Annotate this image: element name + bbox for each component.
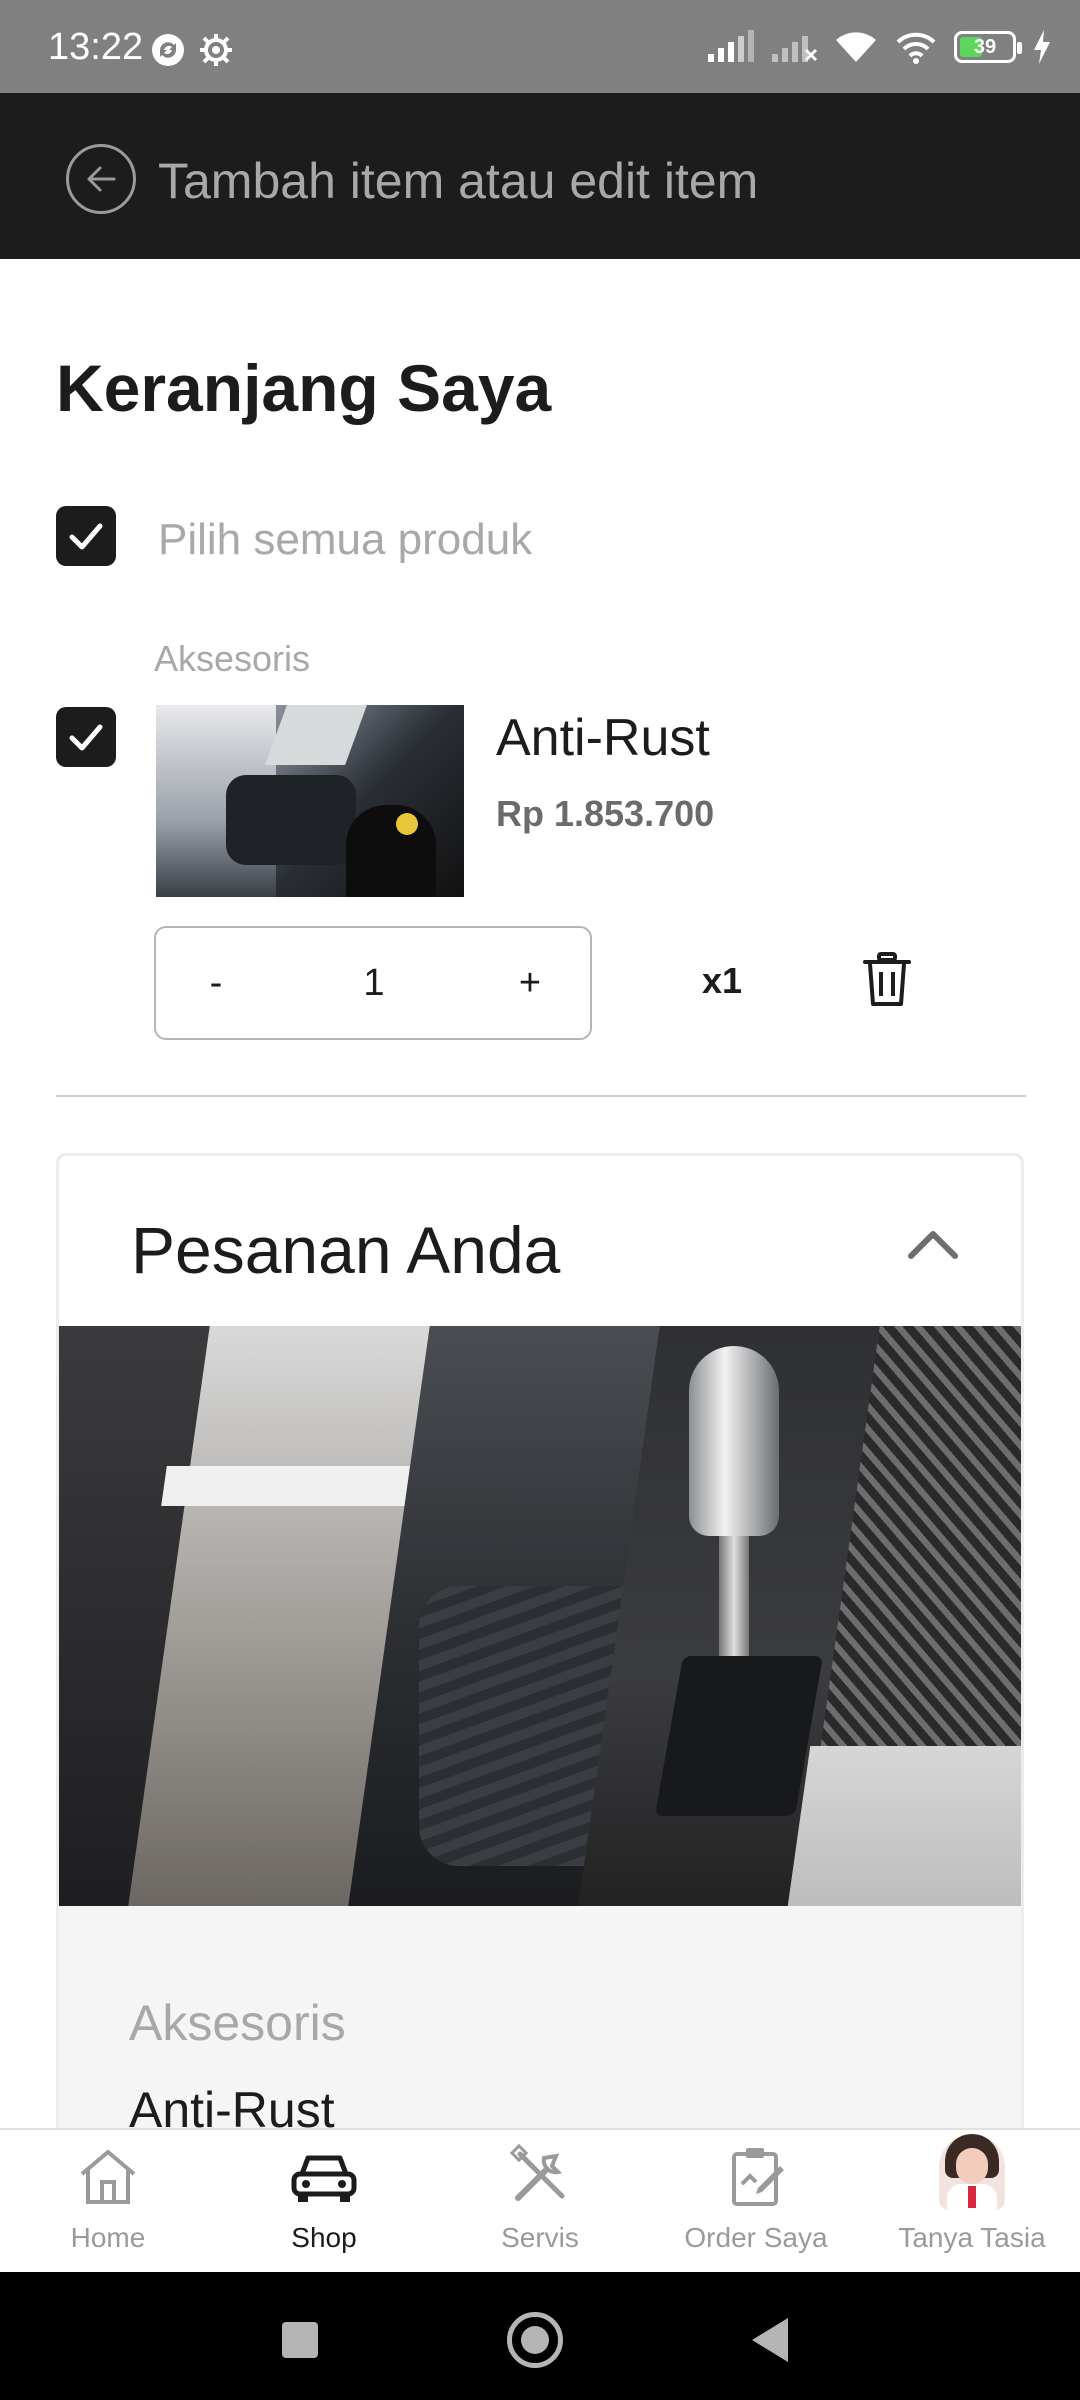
nav-item-order-saya[interactable]: Order Saya bbox=[648, 2130, 864, 2274]
bottom-navigation: Home Shop Servis Order Saya Tanya Tasia bbox=[0, 2128, 1080, 2272]
item-category-label: Aksesoris bbox=[154, 638, 311, 679]
quantity-stepper: - 1 + bbox=[154, 926, 592, 1040]
nav-label-servis: Servis bbox=[501, 2222, 579, 2253]
signal-icon bbox=[708, 30, 754, 62]
wifi-icon bbox=[836, 32, 876, 62]
section-divider bbox=[56, 1095, 1026, 1097]
order-item-category: Aksesoris bbox=[129, 1995, 346, 2051]
trash-icon bbox=[863, 952, 911, 1006]
select-all-checkbox[interactable] bbox=[56, 506, 116, 566]
nav-label-shop: Shop bbox=[291, 2222, 357, 2253]
battery-indicator: 39 bbox=[954, 31, 1022, 63]
signal-no-service-icon bbox=[772, 36, 818, 62]
order-summary-panel: Pesanan Anda Aksesoris Anti-Rust bbox=[56, 1153, 1024, 2253]
product-name: Anti-Rust bbox=[496, 709, 710, 767]
wifi-hotspot-icon bbox=[896, 32, 936, 64]
car-icon bbox=[291, 2155, 357, 2202]
settings-gear-icon bbox=[200, 34, 232, 66]
system-navigation-bar bbox=[0, 2272, 1080, 2400]
checkmark-icon bbox=[69, 724, 103, 751]
product-image bbox=[156, 705, 464, 897]
item-checkbox[interactable] bbox=[56, 707, 116, 767]
nav-label-tanya-tasia: Tanya Tasia bbox=[898, 2222, 1046, 2253]
chevron-up-icon[interactable] bbox=[907, 1228, 959, 1260]
quantity-value[interactable]: 1 bbox=[276, 928, 472, 1038]
back-button[interactable] bbox=[66, 144, 136, 214]
order-summary-header[interactable]: Pesanan Anda bbox=[59, 1156, 1021, 1326]
select-all-label[interactable]: Pilih semua produk bbox=[158, 515, 532, 565]
charging-bolt-icon bbox=[1034, 30, 1050, 64]
app-bar-title: Tambah item atau edit item bbox=[158, 153, 759, 209]
assistant-avatar bbox=[939, 2134, 1005, 2210]
delete-item-button[interactable] bbox=[862, 952, 912, 1008]
arrow-left-icon bbox=[87, 166, 116, 192]
quantity-decrease-button[interactable]: - bbox=[156, 928, 276, 1038]
recents-button[interactable] bbox=[282, 2322, 318, 2358]
quantity-increase-button[interactable]: + bbox=[470, 928, 590, 1038]
status-bar: 13:22 39 bbox=[0, 0, 1080, 93]
tools-icon bbox=[509, 2144, 565, 2201]
nav-item-shop[interactable]: Shop bbox=[216, 2130, 432, 2274]
nav-label-order-saya: Order Saya bbox=[684, 2222, 828, 2253]
nav-label-home: Home bbox=[70, 2222, 146, 2253]
nav-item-home[interactable]: Home bbox=[0, 2130, 216, 2274]
order-banner-image bbox=[59, 1326, 1021, 1906]
sync-icon bbox=[152, 34, 184, 66]
order-summary-title: Pesanan Anda bbox=[131, 1213, 561, 1287]
status-time: 13:22 bbox=[48, 26, 144, 68]
product-price: Rp 1.853.700 bbox=[496, 793, 715, 834]
clipboard-icon bbox=[732, 2148, 784, 2206]
checkmark-icon bbox=[69, 523, 103, 550]
nav-item-tanya-tasia[interactable]: Tanya Tasia bbox=[864, 2130, 1080, 2274]
page-title: Keranjang Saya bbox=[56, 351, 552, 425]
nav-item-servis[interactable]: Servis bbox=[432, 2130, 648, 2274]
quantity-multiplier: x1 bbox=[702, 960, 743, 1001]
home-button[interactable] bbox=[507, 2312, 563, 2368]
home-icon bbox=[80, 2150, 136, 2204]
system-back-button[interactable] bbox=[752, 2318, 788, 2362]
